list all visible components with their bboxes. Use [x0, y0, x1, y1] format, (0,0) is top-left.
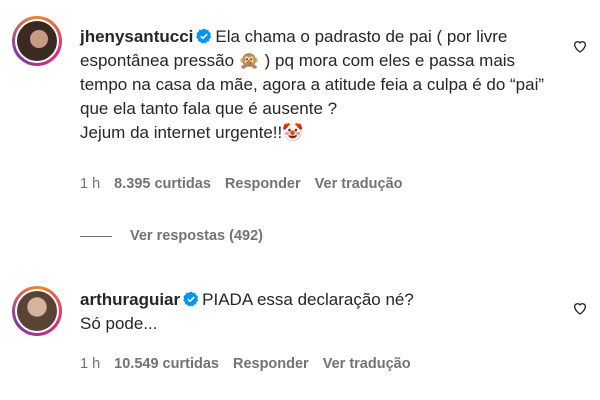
likes-count[interactable]: 8.395 curtidas	[114, 176, 211, 192]
reply-button[interactable]: Responder	[233, 356, 309, 372]
comment-meta: 1 h 10.549 curtidas Responder Ver traduç…	[80, 356, 411, 372]
view-replies-label: Ver respostas (492)	[130, 228, 263, 244]
verified-badge-icon	[183, 291, 199, 307]
username[interactable]: arthuraguiar	[80, 290, 180, 309]
username[interactable]: jhenysantucci	[80, 27, 193, 46]
heart-outline-icon[interactable]	[572, 300, 588, 316]
avatar[interactable]	[12, 16, 62, 66]
comment-time: 1 h	[80, 356, 101, 372]
comment-line: Só pode...	[80, 314, 158, 333]
comment-line: que ela tanto fala que é ausente ?	[80, 99, 338, 118]
translate-button[interactable]: Ver tradução	[315, 176, 403, 192]
likes-count[interactable]: 10.549 curtidas	[114, 356, 219, 372]
avatar[interactable]	[12, 286, 62, 336]
verified-badge-icon	[196, 28, 212, 44]
comment-line: Jejum da internet urgente!!🤡	[80, 123, 304, 142]
avatar-photo	[15, 19, 59, 63]
heart-outline-icon[interactable]	[572, 38, 588, 54]
reply-button[interactable]: Responder	[225, 176, 301, 192]
comment-line: tempo na casa da mãe, agora a atitude fe…	[80, 75, 545, 94]
comment-meta: 1 h 8.395 curtidas Responder Ver traduçã…	[80, 176, 403, 192]
view-replies-button[interactable]: Ver respostas (492)	[80, 228, 263, 244]
replies-divider	[80, 235, 112, 237]
comment-time: 1 h	[80, 176, 101, 192]
comment-line: PIADA essa declaração né?	[202, 290, 414, 309]
comment-text: jhenysantucci Ela chama o padrasto de pai…	[80, 25, 580, 145]
comment-line: Ela chama o padrasto de pai ( por livre	[215, 27, 508, 46]
comment-text: arthuraguiar PIADA essa declaração né? Só…	[80, 288, 560, 336]
comment-line: espontânea pressão 🙊 ) pq mora com eles …	[80, 51, 516, 70]
avatar-photo	[15, 289, 59, 333]
translate-button[interactable]: Ver tradução	[323, 356, 411, 372]
